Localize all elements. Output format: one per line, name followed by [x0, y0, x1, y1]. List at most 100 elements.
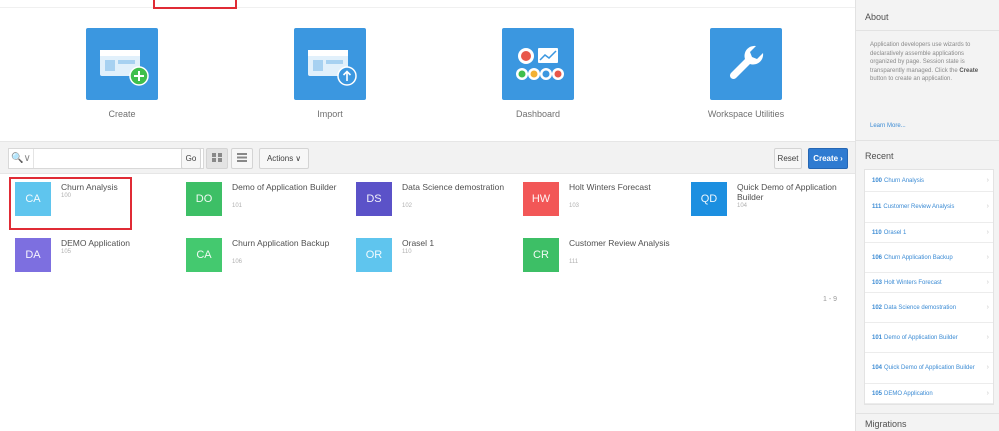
app-id: 110	[402, 249, 412, 255]
dashboard-launcher[interactable]: Dashboard	[468, 28, 608, 119]
recent-item-name: Quick Demo of Application Builder	[884, 365, 975, 371]
learn-more-link[interactable]: Learn More...	[870, 123, 906, 129]
app-card[interactable]: CA Churn Application Backup 106	[186, 238, 346, 288]
app-initials-badge: QD	[691, 182, 727, 216]
top-tab-bar	[0, 0, 855, 8]
go-button[interactable]: Go	[181, 148, 201, 169]
app-card[interactable]: DO Demo of Application Builder 101	[186, 182, 346, 232]
chevron-right-icon: ›	[986, 303, 989, 311]
selected-app-highlight	[9, 177, 132, 230]
recent-item-number: 105	[872, 390, 883, 397]
recent-item-number: 111	[872, 204, 882, 210]
chevron-right-icon: ›	[840, 154, 843, 163]
about-text: Application developers use wizards to de…	[870, 41, 991, 84]
app-initials-badge: DS	[356, 182, 392, 216]
app-name[interactable]: Customer Review Analysis	[569, 238, 679, 248]
recent-item[interactable]: 111 Customer Review Analysis ›	[865, 192, 993, 223]
create-button-label: Create	[813, 154, 839, 163]
app-id: 102	[402, 203, 413, 209]
app-initials-badge: OR	[356, 238, 392, 272]
search-icon[interactable]: 🔍∨	[9, 153, 33, 164]
recent-item-number: 106	[872, 254, 883, 261]
migrations-heading: Migrations	[865, 419, 907, 429]
recent-item-name: Data Science demostration	[884, 304, 957, 311]
divider	[856, 413, 999, 414]
dashboard-label: Dashboard	[515, 109, 561, 119]
create-label: Create	[108, 109, 136, 119]
recent-item[interactable]: 100 Churn Analysis ›	[865, 170, 993, 192]
pagination-label: 1 - 9	[823, 296, 838, 303]
recent-item-name: Churn Analysis	[884, 177, 925, 184]
reset-button[interactable]: Reset	[774, 148, 802, 169]
report-toolbar: 🔍∨ Go Actions ∨ Reset Create ›	[0, 141, 855, 174]
import-launcher[interactable]: Import	[260, 28, 400, 119]
recent-item[interactable]: 105 DEMO Application ›	[865, 384, 993, 404]
create-app-icon[interactable]	[86, 28, 158, 100]
recent-item-number: 103	[872, 279, 883, 286]
search-input[interactable]	[33, 149, 203, 168]
app-card[interactable]: DS Data Science demostration 102	[356, 182, 516, 232]
search-box: 🔍∨	[8, 148, 204, 169]
recent-item[interactable]: 104 Quick Demo of Application Builder ›	[865, 353, 993, 384]
chevron-right-icon: ›	[986, 253, 989, 261]
app-id: 104	[737, 203, 748, 209]
icon-view-button[interactable]	[206, 148, 228, 169]
recent-item[interactable]: 106 Churn Application Backup ›	[865, 243, 993, 273]
report-view-button[interactable]	[231, 148, 253, 169]
chevron-right-icon: ›	[986, 333, 989, 341]
recent-item[interactable]: 101 Demo of Application Builder ›	[865, 323, 993, 353]
app-card[interactable]: DA DEMO Application 105	[15, 238, 175, 288]
recent-item[interactable]: 102 Data Science demostration ›	[865, 293, 993, 323]
import-label: Import	[317, 109, 343, 119]
chevron-right-icon: ›	[986, 228, 989, 236]
recent-item[interactable]: 110 Orasel 1 ›	[865, 223, 993, 243]
import-app-icon[interactable]	[294, 28, 366, 100]
recent-item-name: Demo of Application Builder	[884, 334, 958, 341]
main-region: Create Import Dashboard Workspace Utilit…	[0, 0, 855, 431]
actions-menu-button[interactable]: Actions ∨	[259, 148, 309, 169]
app-name[interactable]: Orasel 1	[402, 238, 512, 248]
recent-item-number: 110	[872, 229, 882, 236]
workspace-utilities-label: Workspace Utilities	[707, 109, 785, 119]
create-launcher[interactable]: Create	[52, 28, 192, 119]
app-id: 111	[569, 259, 579, 265]
about-heading: About	[865, 12, 889, 22]
app-name[interactable]: Holt Winters Forecast	[569, 182, 679, 192]
chevron-right-icon: ›	[986, 203, 989, 210]
app-name[interactable]: Data Science demostration	[402, 182, 512, 192]
highlighted-tab[interactable]	[153, 0, 237, 9]
app-card[interactable]: QD Quick Demo of Application Builder 104	[691, 182, 851, 232]
divider	[856, 30, 999, 31]
app-card[interactable]: HW Holt Winters Forecast 103	[523, 182, 683, 232]
app-card[interactable]: CR Customer Review Analysis 111	[523, 238, 683, 288]
app-card[interactable]: OR Orasel 1 110	[356, 238, 516, 288]
create-button[interactable]: Create ›	[808, 148, 848, 169]
app-name[interactable]: Churn Application Backup	[232, 238, 342, 248]
recent-item-number: 100	[872, 177, 883, 184]
recent-item-number: 102	[872, 304, 883, 311]
app-initials-badge: DO	[186, 182, 222, 216]
recent-item-name: Holt Winters Forecast	[884, 279, 942, 286]
about-text-start: Application developers use wizards to de…	[870, 42, 971, 74]
app-initials-badge: DA	[15, 238, 51, 272]
list-view-icon	[237, 153, 247, 164]
dashboard-icon[interactable]	[502, 28, 574, 100]
recent-list: 100 Churn Analysis › 111 Customer Review An…	[864, 169, 994, 405]
chevron-right-icon: ›	[986, 389, 989, 397]
grid-view-icon	[212, 153, 222, 164]
recent-item-name: Orasel 1	[883, 229, 907, 236]
app-name[interactable]: Quick Demo of Application Builder	[737, 182, 847, 202]
app-initials-badge: HW	[523, 182, 559, 216]
app-initials-badge: CR	[523, 238, 559, 272]
app-name[interactable]: DEMO Application	[61, 238, 171, 248]
about-text-end: button to create an application.	[870, 76, 953, 83]
wrench-icon[interactable]	[710, 28, 782, 100]
app-name[interactable]: Demo of Application Builder	[232, 182, 342, 192]
workspace-utilities-launcher[interactable]: Workspace Utilities	[676, 28, 816, 119]
chevron-right-icon: ›	[986, 176, 989, 184]
recent-item[interactable]: 103 Holt Winters Forecast ›	[865, 273, 993, 293]
recent-item-number: 104	[872, 365, 883, 371]
app-initials-badge: CA	[186, 238, 222, 272]
chevron-right-icon: ›	[986, 364, 989, 371]
recent-item-number: 101	[872, 334, 883, 341]
